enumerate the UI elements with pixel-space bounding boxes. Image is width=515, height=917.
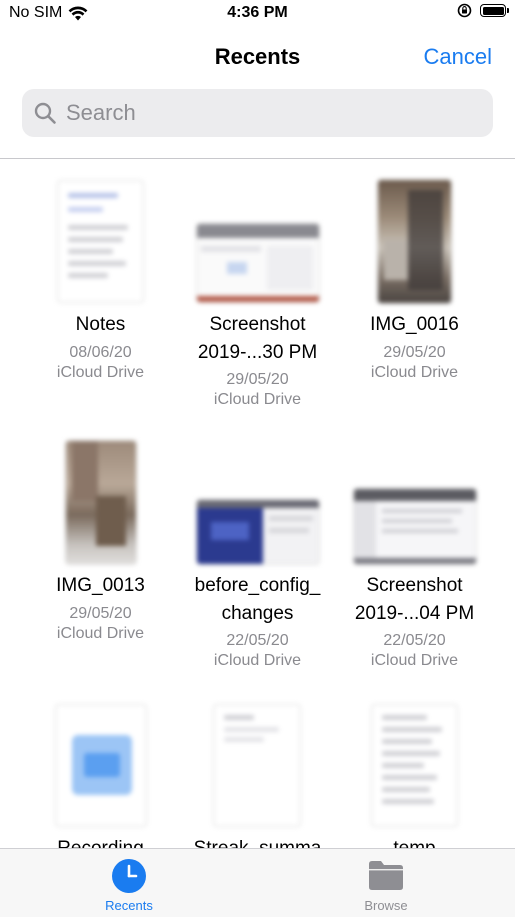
file-item-temp[interactable]: temp (336, 694, 493, 859)
file-thumbnail (378, 180, 451, 303)
tab-bar: Recents Browse (0, 848, 515, 917)
file-thumbnail (213, 704, 301, 827)
file-item-before-config-changes[interactable]: before_config_ changes 22/05/20 iCloud D… (179, 431, 336, 676)
clock-icon (112, 859, 146, 893)
tab-recents[interactable]: Recents (29, 849, 229, 917)
file-item-notes[interactable]: Notes 08/06/20 iCloud Drive (22, 170, 179, 400)
file-name-line-1: before_config_ (194, 575, 321, 596)
file-thumbnail (354, 489, 476, 564)
clock-time: 4:36 PM (227, 4, 288, 21)
file-name-line-2: 2019-...04 PM (354, 603, 475, 624)
file-location: iCloud Drive (56, 625, 145, 642)
file-name: IMG_0016 (370, 314, 459, 335)
file-location: iCloud Drive (213, 391, 302, 408)
tab-label: Browse (364, 898, 408, 913)
search-icon (34, 102, 56, 124)
file-item-recording[interactable]: Recording (22, 694, 179, 859)
file-item-img-0016[interactable]: IMG_0016 29/05/20 iCloud Drive (336, 170, 493, 400)
status-indicators (457, 3, 509, 18)
file-thumbnail (55, 704, 147, 827)
file-thumbnail (57, 180, 144, 303)
file-name-line-1: Screenshot (366, 575, 463, 596)
file-date: 22/05/20 (226, 632, 289, 649)
file-name-line-2: 2019-...30 PM (197, 342, 318, 363)
file-thumbnail (197, 224, 319, 302)
file-name: IMG_0013 (56, 575, 145, 596)
cancel-button[interactable]: Cancel (424, 44, 492, 70)
file-thumbnail (66, 441, 136, 564)
file-item-img-0013[interactable]: IMG_0013 29/05/20 iCloud Drive (22, 431, 179, 661)
file-item-screenshot-30pm[interactable]: Screenshot 2019-...30 PM 29/05/20 iCloud… (179, 170, 336, 415)
folder-icon (369, 861, 403, 890)
search-input[interactable] (64, 99, 468, 127)
battery-icon (480, 4, 509, 17)
file-name-line-1: Screenshot (209, 314, 306, 335)
file-location: iCloud Drive (370, 364, 459, 381)
orientation-lock-icon (457, 3, 472, 18)
search-bar[interactable] (22, 89, 493, 137)
file-location: iCloud Drive (370, 652, 459, 669)
file-name-line-2: changes (221, 603, 294, 624)
file-item-streak-summa[interactable]: Streak_summa (179, 694, 336, 859)
status-bar: No SIM 4:36 PM (0, 0, 515, 30)
tab-browse[interactable]: Browse (286, 849, 486, 917)
file-date: 08/06/20 (69, 344, 132, 361)
file-date: 29/05/20 (383, 344, 446, 361)
file-date: 29/05/20 (226, 371, 289, 388)
tab-label: Recents (105, 898, 153, 913)
file-item-screenshot-04pm[interactable]: Screenshot 2019-...04 PM 22/05/20 iCloud… (336, 431, 493, 676)
file-date: 22/05/20 (383, 632, 446, 649)
file-date: 29/05/20 (69, 605, 132, 622)
header-divider (0, 158, 515, 159)
file-thumbnail (371, 704, 458, 827)
file-thumbnail (197, 500, 319, 564)
file-location: iCloud Drive (56, 364, 145, 381)
file-location: iCloud Drive (213, 652, 302, 669)
file-name: Notes (75, 314, 126, 335)
